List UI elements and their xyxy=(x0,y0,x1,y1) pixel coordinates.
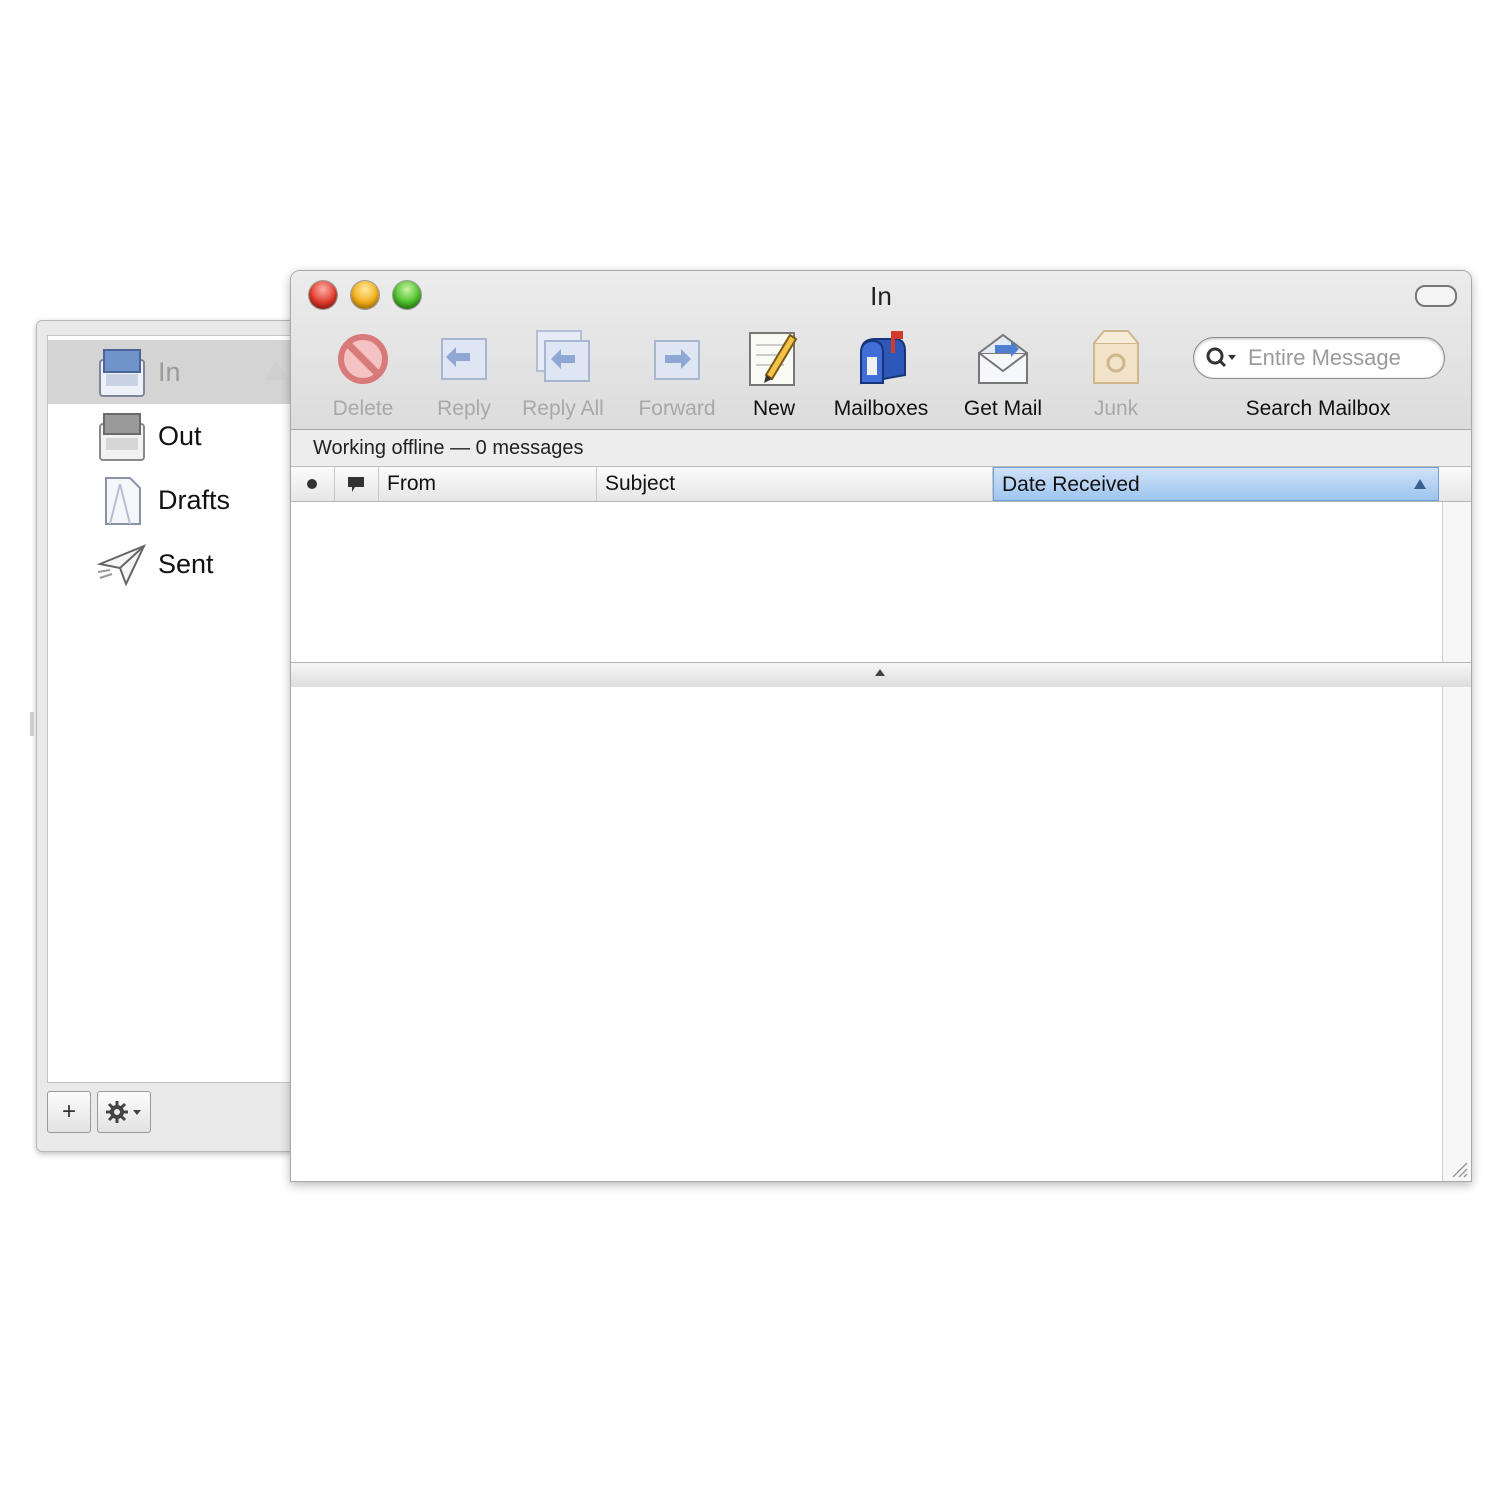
search-input[interactable] xyxy=(1246,342,1430,374)
toolbar-label: Mailboxes xyxy=(833,397,929,420)
pane-splitter[interactable] xyxy=(291,662,1471,688)
delete-button[interactable]: Delete xyxy=(323,327,403,421)
date-received-column-header[interactable]: Date Received xyxy=(993,467,1439,501)
replied-column-header[interactable] xyxy=(335,467,379,501)
from-column-header[interactable]: From xyxy=(379,467,597,501)
mail-window: In Delete Reply Reply All Forward New Ma… xyxy=(290,270,1472,1182)
action-menu-button[interactable] xyxy=(97,1091,151,1133)
search-field[interactable] xyxy=(1193,337,1445,379)
message-preview-pane xyxy=(291,687,1443,1181)
delete-icon xyxy=(338,334,388,384)
window-title: In xyxy=(870,281,892,311)
toolbar-label: Reply xyxy=(437,397,491,420)
toolbar-label: Junk xyxy=(1093,397,1139,420)
compose-icon xyxy=(749,332,798,386)
toolbar-toggle-button[interactable] xyxy=(1415,285,1457,307)
mailbox-item-in[interactable]: In xyxy=(48,340,298,404)
message-list-header: From Subject Date Received xyxy=(291,467,1471,502)
offline-warning-icon xyxy=(264,360,288,380)
reply-all-button[interactable]: Reply All xyxy=(513,327,613,421)
mailbox-item-sent[interactable]: Sent xyxy=(48,532,298,596)
search-icon xyxy=(1206,347,1236,368)
status-bar: Working offline — 0 messages xyxy=(291,430,1471,467)
junk-button[interactable]: Junk xyxy=(1081,327,1151,421)
mailbox-icon xyxy=(860,331,906,385)
reply-icon xyxy=(441,338,487,380)
inbox-icon xyxy=(99,349,145,397)
toolbar-label: Delete xyxy=(332,397,394,420)
mailbox-list: In Out Drafts Sent xyxy=(47,335,299,1083)
outbox-icon xyxy=(99,413,145,461)
toolbar-label: New xyxy=(752,397,795,420)
title-bar[interactable]: In xyxy=(291,271,1471,319)
window-chrome: In Delete Reply Reply All Forward New Ma… xyxy=(291,271,1471,430)
speech-bubble-icon xyxy=(348,477,364,492)
paper-plane-icon xyxy=(96,544,147,587)
reply-all-icon xyxy=(536,330,590,382)
mailbox-drawer: In Out Drafts Sent + xyxy=(36,320,300,1152)
junk-icon xyxy=(1093,330,1139,384)
unread-column-header[interactable] xyxy=(291,467,335,501)
message-list[interactable] xyxy=(291,502,1443,662)
search-mailbox-label: Search Mailbox xyxy=(1245,397,1391,420)
mailboxes-button[interactable]: Mailboxes xyxy=(825,327,937,421)
resize-grip-icon[interactable] xyxy=(1447,1157,1469,1179)
date-received-label: Date Received xyxy=(1002,473,1140,496)
sort-ascending-icon xyxy=(1414,479,1426,489)
forward-icon xyxy=(654,340,700,380)
preview-scrollbar[interactable] xyxy=(1442,687,1471,1181)
mailbox-item-drafts[interactable]: Drafts xyxy=(48,468,298,532)
add-mailbox-button[interactable]: + xyxy=(47,1091,91,1133)
mailbox-label: In xyxy=(158,356,181,387)
subject-column-header[interactable]: Subject xyxy=(597,467,993,501)
get-mail-button[interactable]: Get Mail xyxy=(955,327,1051,421)
gear-icon xyxy=(106,1101,141,1123)
forward-button[interactable]: Forward xyxy=(631,327,723,421)
get-mail-icon xyxy=(978,333,1028,384)
toolbar-label: Reply All xyxy=(522,397,604,420)
mailbox-item-out[interactable]: Out xyxy=(48,404,298,468)
mailbox-label: Sent xyxy=(158,548,214,579)
new-message-button[interactable]: New xyxy=(743,327,805,421)
reply-button[interactable]: Reply xyxy=(427,327,501,421)
drafts-icon xyxy=(105,477,141,525)
drawer-handle[interactable] xyxy=(30,712,34,736)
toolbar-label: Get Mail xyxy=(963,397,1043,420)
message-list-scrollbar[interactable] xyxy=(1442,502,1471,662)
toolbar-label: Forward xyxy=(638,397,716,420)
drawer-action-bar: + xyxy=(47,1091,299,1135)
mailbox-label: Out xyxy=(158,420,202,451)
splitter-grip-icon xyxy=(875,669,885,676)
unread-dot-icon xyxy=(307,479,317,489)
mailbox-label: Drafts xyxy=(158,484,231,515)
